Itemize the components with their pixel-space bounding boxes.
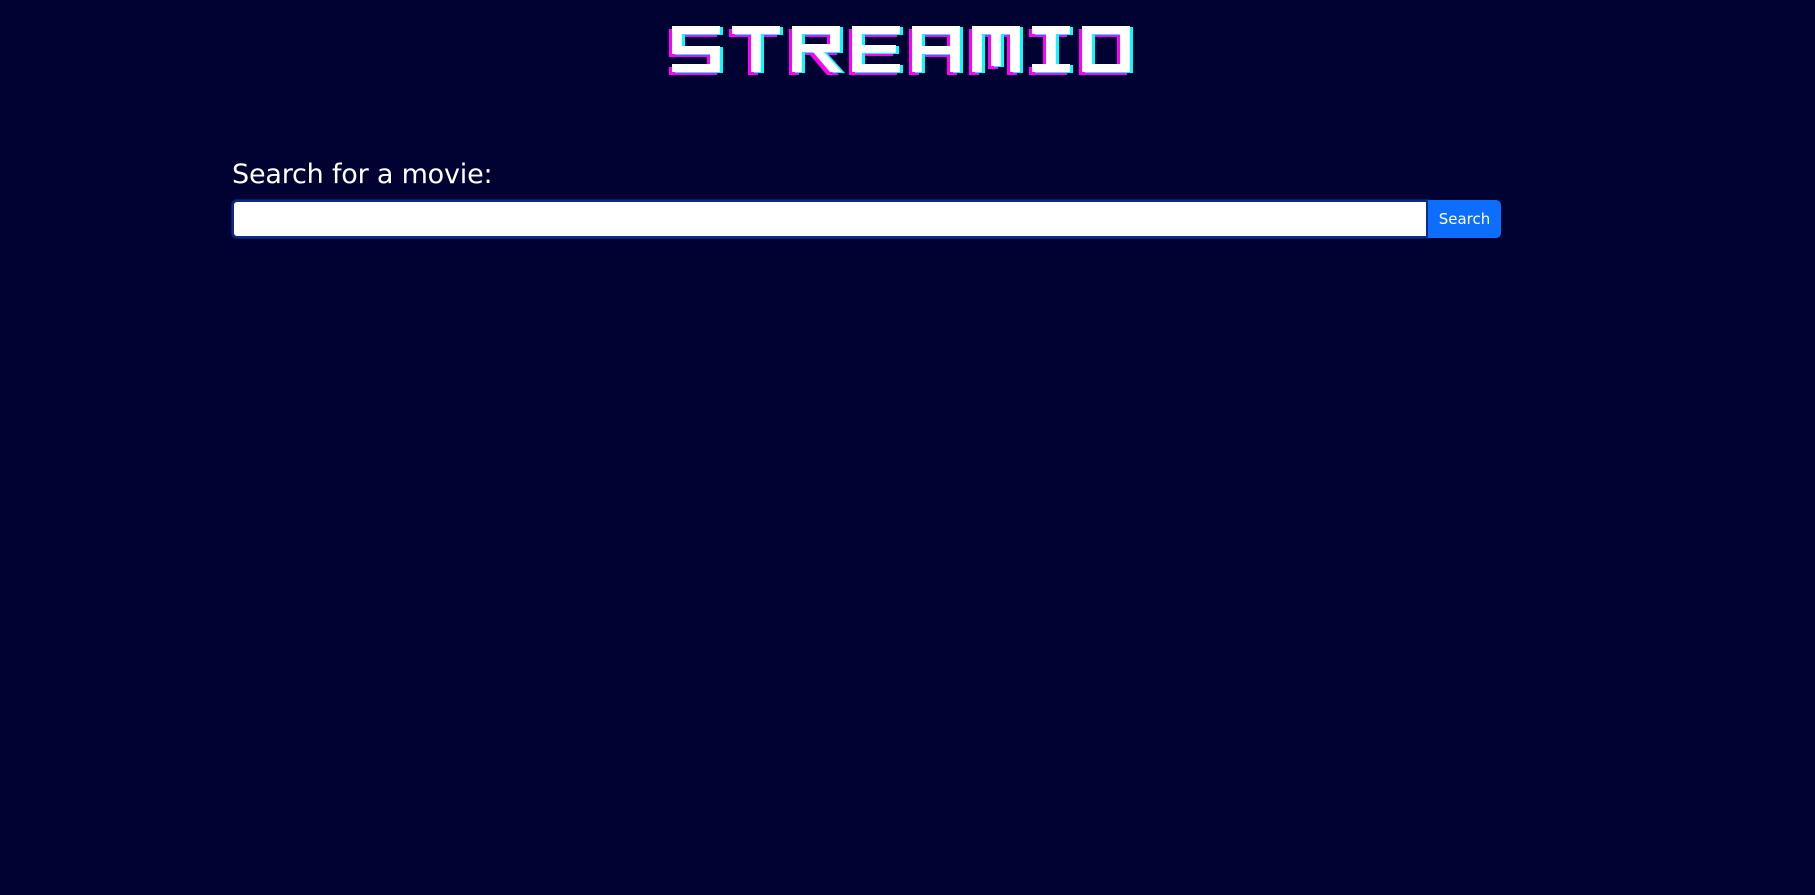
brand-logo-graphic xyxy=(668,26,1133,75)
search-button[interactable]: Search xyxy=(1428,200,1501,238)
movie-search-input[interactable] xyxy=(232,200,1428,238)
search-label: Search for a movie: xyxy=(232,159,493,190)
search-form: Search xyxy=(232,200,1501,238)
brand-logo xyxy=(0,14,1815,80)
